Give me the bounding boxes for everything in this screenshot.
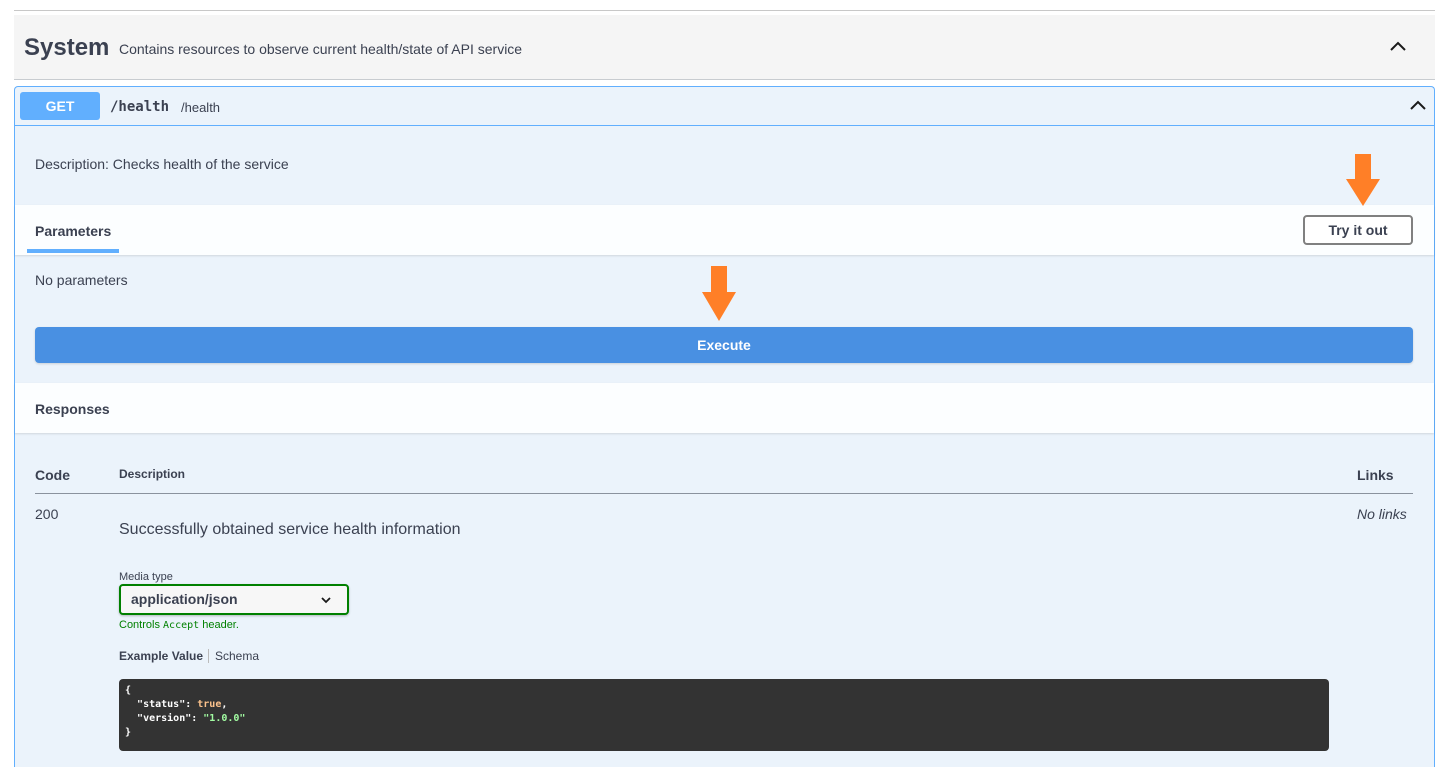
operation-description: Description: Checks health of the servic… bbox=[35, 156, 289, 172]
json-value-version: "1.0.0" bbox=[203, 713, 246, 724]
responses-header: Responses bbox=[15, 383, 1434, 433]
responses-title: Responses bbox=[35, 401, 110, 417]
table-header-divider bbox=[35, 493, 1413, 494]
tag-description: Contains resources to observe current he… bbox=[119, 41, 523, 57]
response-code: 200 bbox=[35, 506, 59, 522]
json-key-status: "status" bbox=[137, 699, 186, 710]
chevron-down-icon bbox=[321, 597, 331, 604]
tab-divider bbox=[208, 649, 209, 663]
example-code-block: { "status": true, "version": "1.0.0" } bbox=[119, 679, 1329, 751]
operation-summary[interactable]: GET /health /health bbox=[15, 87, 1434, 126]
json-key-version: "version" bbox=[137, 713, 192, 724]
controls-suffix: header. bbox=[202, 619, 239, 631]
chevron-up-icon[interactable] bbox=[1386, 35, 1410, 59]
code-line-status: "status": true, bbox=[137, 699, 228, 710]
code-line-version: "version": "1.0.0" bbox=[137, 713, 246, 724]
media-type-value: application/json bbox=[131, 591, 238, 607]
arrow-down-icon bbox=[1346, 154, 1380, 206]
column-header-links: Links bbox=[1357, 467, 1394, 483]
operation-block-get-health: GET /health /health Description: Checks … bbox=[14, 86, 1435, 767]
top-divider bbox=[14, 10, 1435, 11]
operation-path: /health bbox=[110, 99, 170, 115]
column-header-code: Code bbox=[35, 467, 70, 483]
controls-accept-note: Controls Accept header. bbox=[119, 619, 239, 631]
parameters-tab[interactable]: Parameters bbox=[35, 223, 111, 239]
chevron-up-icon[interactable] bbox=[1407, 95, 1429, 117]
json-value-status: true bbox=[197, 699, 222, 710]
execute-button[interactable]: Execute bbox=[35, 327, 1413, 363]
code-line-open: { bbox=[125, 685, 132, 696]
try-it-out-button[interactable]: Try it out bbox=[1303, 215, 1413, 245]
code-line-close: } bbox=[125, 727, 132, 738]
arrow-down-icon bbox=[702, 266, 736, 321]
parameters-header: Parameters Try it out bbox=[15, 205, 1434, 255]
method-badge: GET bbox=[20, 92, 100, 120]
column-header-description: Description bbox=[119, 467, 186, 481]
tag-section-system[interactable]: System Contains resources to observe cur… bbox=[14, 15, 1435, 80]
tag-name: System bbox=[24, 34, 110, 61]
controls-prefix: Controls bbox=[119, 619, 160, 631]
example-value-tab[interactable]: Example Value bbox=[119, 649, 203, 663]
media-type-label: Media type bbox=[119, 571, 173, 583]
response-links: No links bbox=[1357, 506, 1407, 522]
response-description: Successfully obtained service health inf… bbox=[119, 521, 461, 538]
operation-summary-text: /health bbox=[181, 100, 221, 115]
controls-accept-code: Accept bbox=[163, 620, 200, 631]
media-type-select[interactable]: application/json bbox=[119, 584, 349, 615]
parameters-tab-underline bbox=[27, 249, 119, 253]
no-parameters-text: No parameters bbox=[35, 272, 128, 288]
schema-tab[interactable]: Schema bbox=[215, 649, 259, 663]
